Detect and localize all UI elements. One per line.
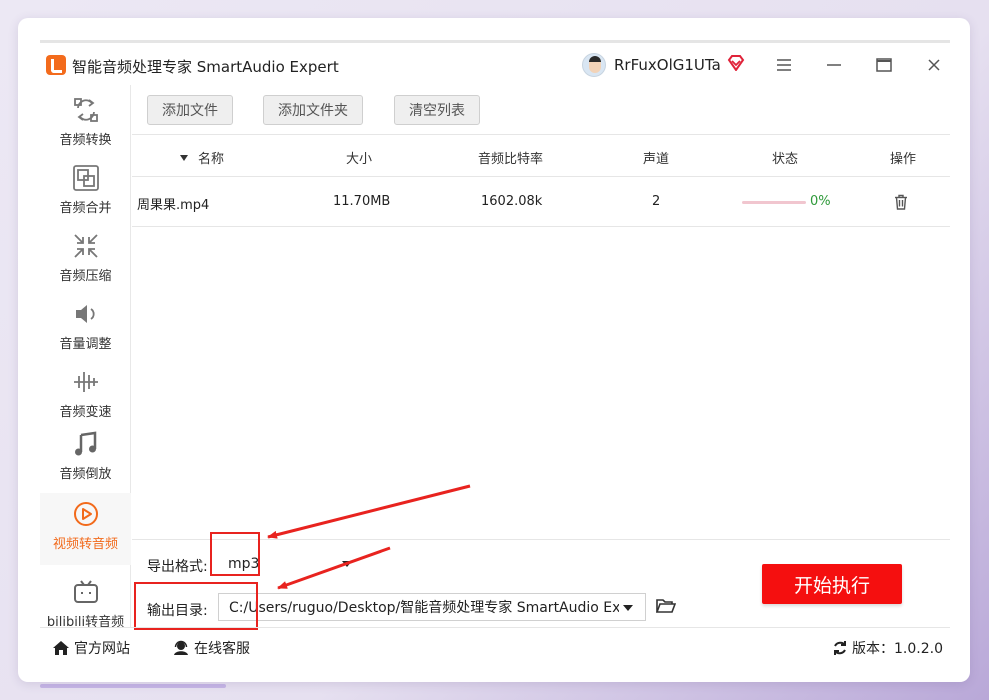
table-row[interactable]: 周果果.mp4 11.70MB 1602.08k 2 0% bbox=[132, 177, 950, 227]
sidebar-item-audio-reverse[interactable]: 音频倒放 bbox=[40, 423, 131, 489]
format-label: 导出格式: bbox=[147, 559, 208, 575]
tv-icon bbox=[71, 577, 101, 607]
status-bar: 官方网站 在线客服 版本：1.0.2.0 bbox=[40, 627, 950, 665]
vip-diamond-icon[interactable] bbox=[727, 55, 745, 71]
app-logo-icon bbox=[46, 55, 66, 75]
sidebar-item-label: 音量调整 bbox=[59, 337, 112, 352]
toolbar: 添加文件 添加文件夹 清空列表 bbox=[132, 85, 950, 135]
hamburger-icon[interactable] bbox=[772, 53, 796, 77]
sidebar: 音频转换 音频合并 音频压缩 音量调整 音频变速 音频倒放 视频转音频 bili… bbox=[40, 85, 131, 630]
table-header: 名称 大小 音频比特率 声道 状态 操作 bbox=[132, 135, 950, 177]
sidebar-item-label: 视频转音频 bbox=[52, 537, 118, 552]
cell-bitrate: 1602.08k bbox=[481, 194, 543, 209]
maximize-icon[interactable] bbox=[872, 53, 896, 77]
start-button[interactable]: 开始执行 bbox=[762, 564, 902, 604]
audio-convert-icon bbox=[71, 95, 101, 125]
user-avatar[interactable] bbox=[582, 53, 606, 77]
output-dir-value: C:/Users/ruguo/Desktop/智能音频处理专家 SmartAud… bbox=[229, 600, 619, 616]
support-link[interactable]: 在线客服 bbox=[172, 638, 250, 658]
sidebar-item-audio-merge[interactable]: 音频合并 bbox=[40, 157, 131, 223]
folder-open-icon[interactable] bbox=[656, 598, 676, 614]
sidebar-item-audio-speed[interactable]: 音频变速 bbox=[40, 361, 131, 427]
website-label: 官方网站 bbox=[74, 641, 130, 657]
sidebar-item-label: 音频压缩 bbox=[59, 269, 112, 284]
home-icon bbox=[53, 641, 69, 655]
minimize-icon[interactable] bbox=[822, 53, 846, 77]
sidebar-item-audio-compress[interactable]: 音频压缩 bbox=[40, 225, 131, 291]
column-action: 操作 bbox=[890, 152, 917, 167]
version-label: 版本：1.0.2.0 bbox=[852, 641, 943, 657]
annotation-box-output-dir bbox=[134, 582, 258, 630]
add-folder-button[interactable]: 添加文件夹 bbox=[263, 95, 363, 125]
column-channels: 声道 bbox=[643, 152, 670, 167]
column-size: 大小 bbox=[346, 152, 373, 167]
support-label: 在线客服 bbox=[194, 641, 250, 657]
chevron-down-icon bbox=[623, 605, 633, 611]
headset-icon bbox=[174, 640, 188, 655]
sidebar-item-label: 音频倒放 bbox=[59, 467, 112, 482]
app-window: 智能音频处理专家 SmartAudio Expert RrFuxOlG1UTa bbox=[40, 40, 950, 662]
cell-name: 周果果.mp4 bbox=[137, 198, 210, 213]
trash-icon[interactable] bbox=[894, 194, 908, 210]
progress-text: 0% bbox=[810, 194, 831, 209]
add-file-button[interactable]: 添加文件 bbox=[147, 95, 233, 125]
progress-bar bbox=[742, 201, 806, 204]
sidebar-item-label: 音频合并 bbox=[59, 201, 112, 216]
output-settings-panel: 导出格式: mp3 输出目录: C:/Users/ruguo/Desktop/智… bbox=[132, 532, 950, 630]
play-circle-icon bbox=[71, 499, 101, 529]
background-strip bbox=[40, 684, 226, 688]
music-note-icon bbox=[71, 429, 101, 459]
website-link[interactable]: 官方网站 bbox=[52, 638, 130, 658]
version-info[interactable]: 版本：1.0.2.0 bbox=[832, 638, 943, 658]
close-icon[interactable] bbox=[922, 53, 946, 77]
cell-channels: 2 bbox=[652, 194, 661, 209]
refresh-icon bbox=[834, 641, 846, 655]
app-title: 智能音频处理专家 SmartAudio Expert bbox=[72, 58, 339, 76]
audio-speed-icon bbox=[71, 367, 101, 397]
title-bar: 智能音频处理专家 SmartAudio Expert RrFuxOlG1UTa bbox=[40, 43, 950, 85]
column-bitrate: 音频比特率 bbox=[478, 152, 544, 167]
sidebar-item-video-to-audio[interactable]: 视频转音频 bbox=[40, 493, 131, 565]
audio-merge-icon bbox=[71, 163, 101, 193]
column-name-label: 名称 bbox=[198, 152, 225, 167]
sidebar-item-label: 音频变速 bbox=[59, 405, 112, 420]
clear-list-button[interactable]: 清空列表 bbox=[394, 95, 480, 125]
output-dir-select[interactable]: C:/Users/ruguo/Desktop/智能音频处理专家 SmartAud… bbox=[218, 593, 646, 621]
chevron-down-icon bbox=[342, 561, 352, 567]
sort-caret-icon bbox=[180, 154, 188, 161]
sidebar-item-label: 音频转换 bbox=[59, 133, 112, 148]
column-status: 状态 bbox=[772, 152, 799, 167]
volume-icon bbox=[71, 299, 101, 329]
user-name[interactable]: RrFuxOlG1UTa bbox=[614, 56, 721, 74]
sidebar-item-volume[interactable]: 音量调整 bbox=[40, 293, 131, 359]
audio-compress-icon bbox=[71, 231, 101, 261]
annotation-box-format bbox=[210, 532, 260, 576]
cell-size: 11.70MB bbox=[333, 194, 391, 209]
sidebar-item-audio-convert[interactable]: 音频转换 bbox=[40, 89, 131, 155]
column-name[interactable]: 名称 bbox=[180, 148, 224, 167]
